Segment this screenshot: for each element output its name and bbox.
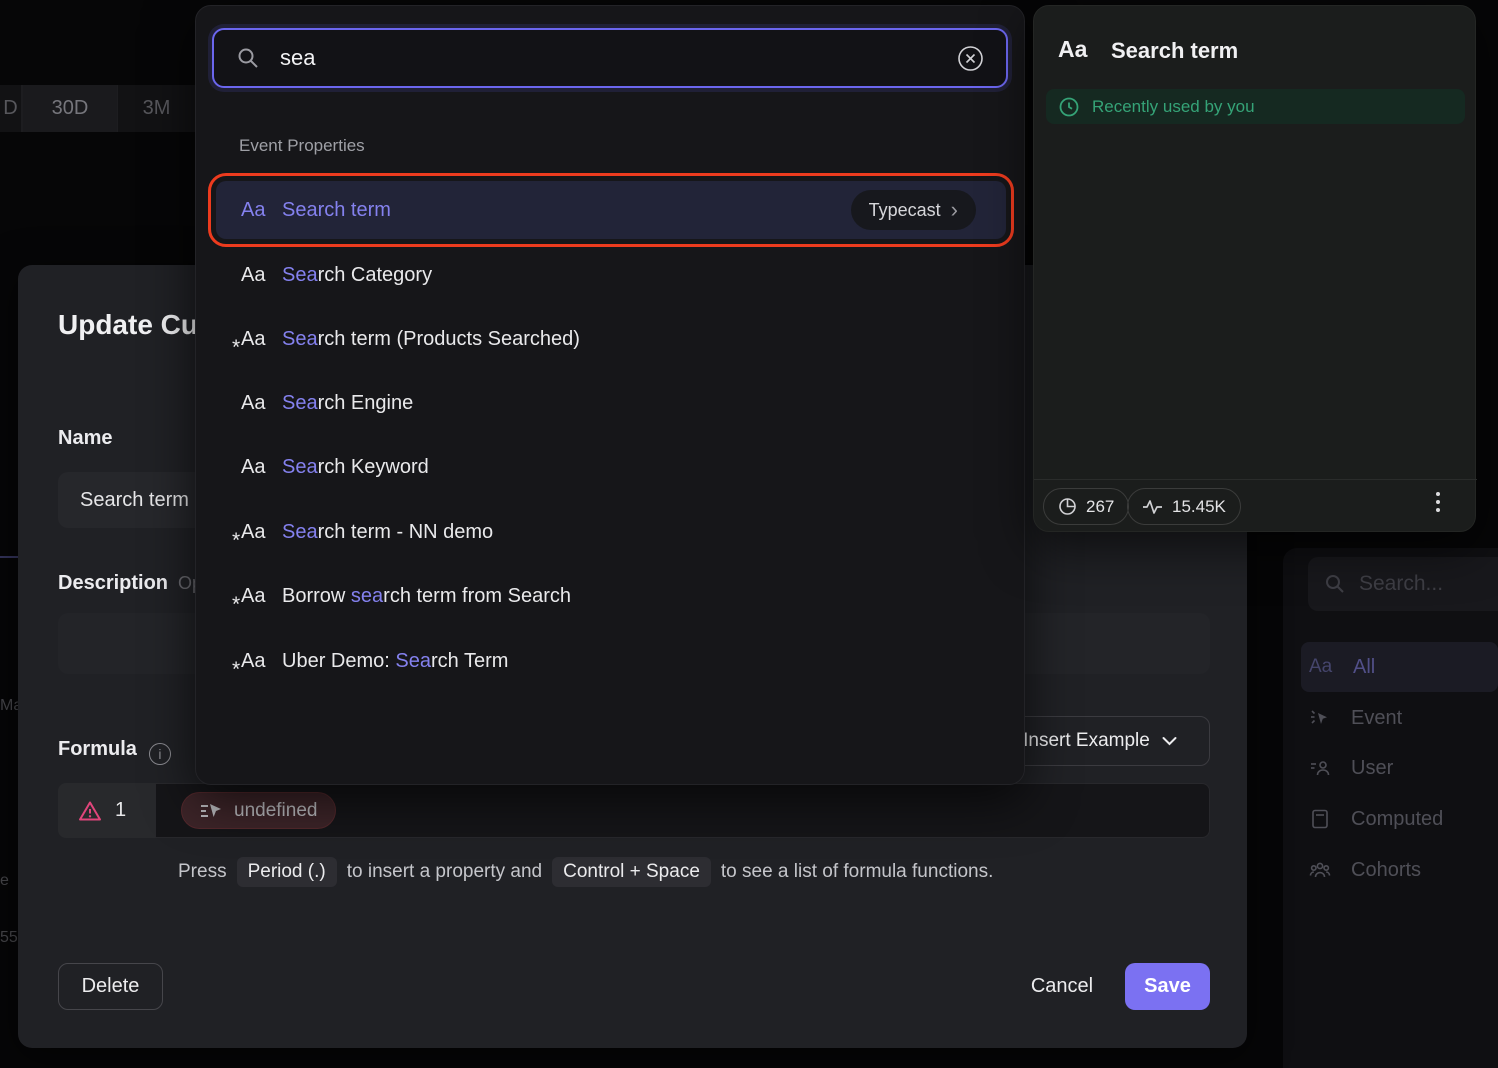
cancel-button[interactable]: Cancel <box>1012 963 1112 1010</box>
sidebar-item-label: User <box>1351 757 1393 780</box>
formula-input[interactable]: undefined <box>155 783 1210 838</box>
chart-axis-fragment: 55 <box>0 929 18 947</box>
sample-count: 267 <box>1086 497 1114 517</box>
custom-property-star-icon: * <box>232 658 240 682</box>
recently-used-label: Recently used by you <box>1092 97 1255 117</box>
volume-chip[interactable]: 15.45K <box>1127 488 1241 525</box>
sidebar-item-label: Computed <box>1351 808 1443 831</box>
text-type-icon: Aa <box>241 456 271 479</box>
sidebar-item-event[interactable]: Event <box>1301 693 1498 743</box>
property-item-search-term-nn-demo[interactable]: Aa* Search term - NN demo <box>216 503 1006 561</box>
chevron-down-icon <box>1162 736 1177 746</box>
more-options-menu[interactable] <box>1430 488 1446 516</box>
sidebar-item-label: Event <box>1351 707 1402 730</box>
insert-example-label: Insert Example <box>1023 730 1150 752</box>
property-search-dropdown: Event Properties Aa Search term Typecast… <box>195 5 1025 785</box>
chart-line-fragment <box>0 556 18 558</box>
kbd-control-space: Control + Space <box>552 857 711 887</box>
error-count: 1 <box>115 799 126 822</box>
recently-used-badge: Recently used by you <box>1046 89 1465 124</box>
clock-icon <box>1058 96 1080 118</box>
activity-icon <box>1142 499 1163 515</box>
sidebar-item-user[interactable]: User <box>1301 743 1498 793</box>
sidebar-search-field[interactable] <box>1308 557 1498 611</box>
property-item-borrow-search-term[interactable]: Aa* Borrow search term from Search <box>216 567 1006 625</box>
text-type-icon: Aa <box>241 199 271 222</box>
custom-text-type-icon: Aa* <box>241 650 271 673</box>
event-cursor-icon <box>1309 707 1331 729</box>
warning-icon <box>78 800 102 822</box>
panel-divider <box>1034 479 1477 480</box>
delete-button[interactable]: Delete <box>58 963 163 1010</box>
typecast-label: Typecast <box>869 200 941 221</box>
custom-text-type-icon: Aa* <box>241 328 271 351</box>
sidebar-item-label: All <box>1353 656 1375 679</box>
time-range-tabs: D 30D 3M <box>0 85 196 132</box>
modal-title: Update Cu <box>58 309 198 341</box>
formula-error-gutter: 1 <box>58 783 155 838</box>
chart-axis-fragment: e <box>0 872 9 890</box>
pie-chart-icon <box>1058 497 1077 516</box>
tab-30d[interactable]: 30D <box>22 85 118 132</box>
property-search-field[interactable] <box>212 28 1008 88</box>
chevron-right-icon: › <box>951 199 958 221</box>
sidebar-item-all[interactable]: Aa All <box>1301 642 1498 692</box>
cohorts-icon <box>1309 859 1331 881</box>
tab-7d[interactable]: D <box>0 85 22 132</box>
custom-text-type-icon: Aa* <box>241 521 271 544</box>
description-label: Description <box>58 572 168 594</box>
text-type-icon: Aa <box>1058 36 1087 63</box>
section-header-event-properties: Event Properties <box>239 136 365 156</box>
tab-3m[interactable]: 3M <box>118 85 195 132</box>
property-item-search-keyword[interactable]: Aa Search Keyword <box>216 438 1006 496</box>
name-label: Name <box>58 427 112 450</box>
property-detail-title: Search term <box>1111 38 1238 64</box>
property-search-input[interactable] <box>280 45 937 71</box>
sidebar-item-cohorts[interactable]: Cohorts <box>1301 845 1498 895</box>
custom-property-star-icon: * <box>232 529 240 553</box>
text-type-icon: Aa <box>241 392 271 415</box>
formula-helper-text: Press Period (.) to insert a property an… <box>178 857 993 887</box>
sidebar-search-input[interactable] <box>1359 572 1489 596</box>
calculator-icon <box>1309 808 1331 830</box>
property-item-search-term[interactable]: Aa Search term Typecast › <box>216 181 1006 239</box>
kbd-period: Period (.) <box>237 857 337 887</box>
custom-property-star-icon: * <box>232 593 240 617</box>
sample-values-chip[interactable]: 267 <box>1043 488 1129 525</box>
user-icon <box>1309 757 1331 779</box>
token-label: undefined <box>234 800 317 822</box>
save-button[interactable]: Save <box>1125 963 1210 1010</box>
property-item-search-term-products[interactable]: Aa* Search term (Products Searched) <box>216 310 1006 368</box>
info-icon[interactable]: i <box>149 743 171 765</box>
typecast-badge[interactable]: Typecast › <box>851 190 976 230</box>
text-type-icon: Aa <box>241 264 271 287</box>
volume-count: 15.45K <box>1172 497 1226 517</box>
search-icon <box>236 46 260 70</box>
property-filter-panel: Aa All Event User Computed Cohorts <box>1283 548 1498 1068</box>
event-token-icon <box>200 802 222 820</box>
formula-token-undefined[interactable]: undefined <box>181 792 336 829</box>
custom-property-star-icon: * <box>232 336 240 360</box>
text-type-icon: Aa <box>1309 656 1333 678</box>
custom-text-type-icon: Aa* <box>241 585 271 608</box>
sidebar-item-computed[interactable]: Computed <box>1301 794 1498 844</box>
clear-search-icon[interactable] <box>957 45 984 72</box>
property-item-uber-demo-search-term[interactable]: Aa* Uber Demo: Search Term <box>216 632 1006 690</box>
property-detail-panel: Aa Search term Recently used by you 267 … <box>1033 5 1476 532</box>
property-item-search-category[interactable]: Aa Search Category <box>216 246 1006 304</box>
property-item-search-engine[interactable]: Aa Search Engine <box>216 374 1006 432</box>
search-icon <box>1324 573 1346 595</box>
sidebar-item-label: Cohorts <box>1351 859 1421 882</box>
formula-label: Formula <box>58 738 137 760</box>
